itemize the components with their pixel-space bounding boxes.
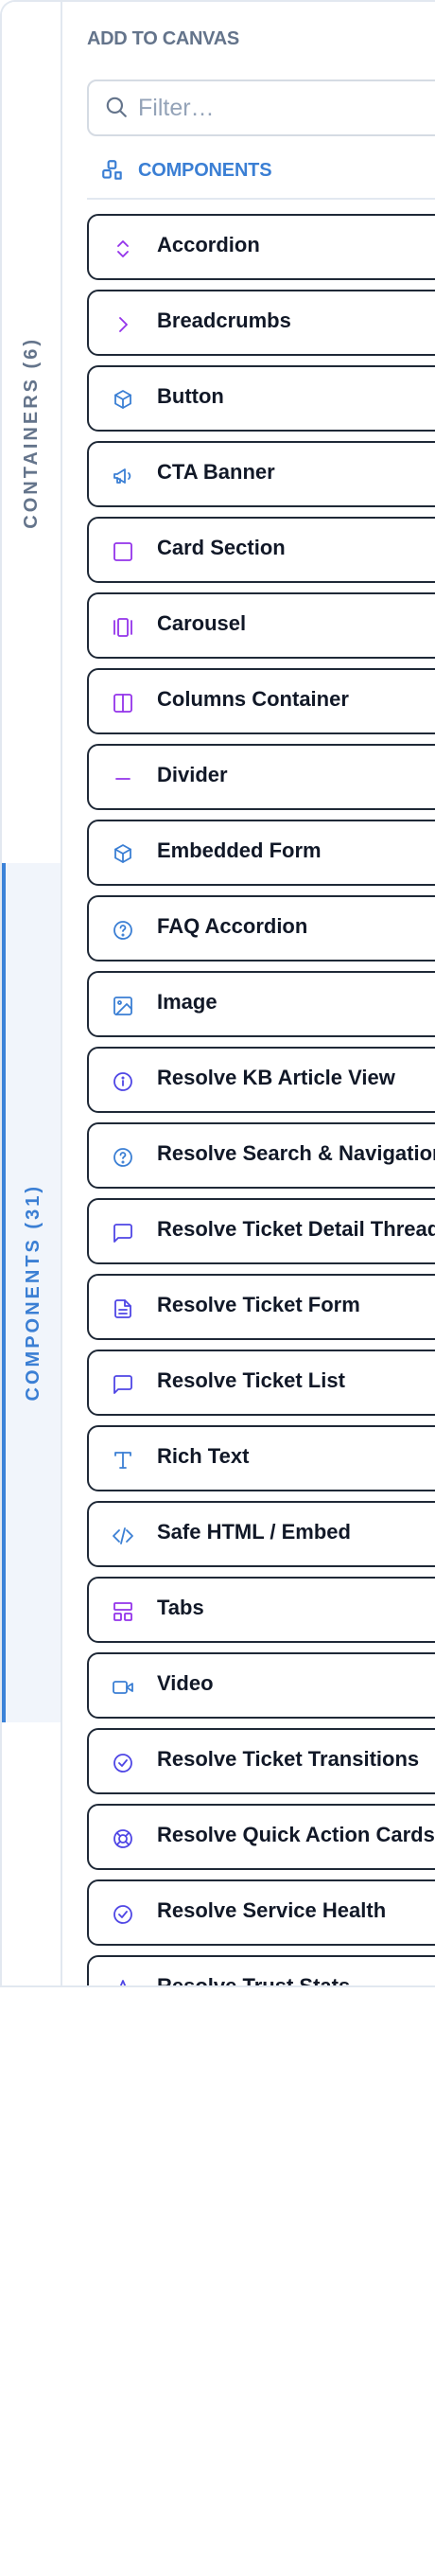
component-card-label: Card Section — [157, 536, 286, 559]
section-title: COMPONENTS — [138, 159, 272, 181]
component-card-resolve-ticket-form[interactable]: Resolve Ticket Form — [87, 1274, 435, 1340]
component-card-label: Resolve KB Article View — [157, 1066, 395, 1089]
component-card-resolve-quick-action-cards[interactable]: Resolve Quick Action Cards — [87, 1804, 435, 1870]
component-card-label: Image — [157, 990, 218, 1014]
tab-containers-label: CONTAINERS (6) — [20, 336, 42, 529]
component-card-label: Button — [157, 384, 224, 408]
chevrons-up-down-icon — [117, 240, 129, 257]
component-card-carousel[interactable]: Carousel — [87, 592, 435, 659]
square-icon — [113, 542, 132, 561]
component-card-label: CTA Banner — [157, 460, 275, 484]
component-card-label: Resolve Ticket List — [157, 1368, 345, 1392]
component-card-image[interactable]: Image — [87, 971, 435, 1037]
filter-input[interactable] — [138, 89, 435, 127]
check-circle-icon — [113, 1754, 132, 1773]
component-card-label: Accordion — [157, 233, 260, 256]
component-card-video[interactable]: Video — [87, 1652, 435, 1719]
component-card-label: Video — [157, 1671, 214, 1695]
component-card-safe-html-embed[interactable]: Safe HTML / Embed — [87, 1501, 435, 1567]
component-card-faq-accordion[interactable]: FAQ Accordion — [87, 895, 435, 962]
component-card-resolve-ticket-detail-thread[interactable]: Resolve Ticket Detail Thread — [87, 1198, 435, 1264]
component-card-breadcrumbs[interactable]: Breadcrumbs — [87, 290, 435, 356]
life-buoy-icon — [113, 1829, 132, 1848]
star-icon — [119, 1980, 127, 1985]
component-card-label: Resolve Ticket Detail Thread — [157, 1217, 435, 1241]
tab-components[interactable]: COMPONENTS (31) — [2, 863, 61, 1722]
component-card-label: Tabs — [157, 1596, 204, 1619]
component-card-label: Rich Text — [157, 1444, 250, 1468]
minus-icon — [115, 778, 130, 780]
component-card-label: Safe HTML / Embed — [157, 1520, 351, 1544]
columns-icon — [113, 694, 132, 713]
component-card-label: Resolve Search & Navigation — [157, 1141, 435, 1165]
component-card-columns-container[interactable]: Columns Container — [87, 668, 435, 734]
component-card-label: Embedded Form — [157, 838, 322, 862]
component-card-label: Resolve Ticket Form — [157, 1293, 360, 1316]
search-icon — [106, 97, 127, 117]
component-card-embedded-form[interactable]: Embedded Form — [87, 820, 435, 886]
image-icon — [113, 997, 132, 1015]
type-icon — [114, 1452, 131, 1469]
layout-icon — [113, 1602, 132, 1621]
component-card-resolve-service-health[interactable]: Resolve Service Health — [87, 1879, 435, 1946]
component-card-label: Resolve Quick Action Cards — [157, 1823, 435, 1846]
component-card-button[interactable]: Button — [87, 365, 435, 432]
component-card-resolve-search-navigation[interactable]: Resolve Search & Navigation — [87, 1122, 435, 1189]
panel-title: ADD TO CANVAS — [87, 28, 239, 49]
chevron-right-icon — [119, 317, 128, 332]
carousel-icon — [113, 618, 132, 637]
component-card-resolve-kb-article-view[interactable]: Resolve KB Article View — [87, 1047, 435, 1113]
help-circle-icon — [113, 921, 132, 940]
component-card-label: Resolve Trust Stats — [157, 1974, 351, 1987]
components-icon — [102, 160, 122, 180]
component-card-cta-banner[interactable]: CTA Banner — [87, 441, 435, 507]
video-icon — [113, 1681, 133, 1694]
megaphone-icon — [113, 468, 131, 484]
component-card-resolve-trust-stats[interactable]: Resolve Trust Stats — [87, 1955, 435, 1987]
tab-components-label: COMPONENTS (31) — [22, 1184, 44, 1402]
panel-content: ADD TO CANVAS COMPONENTS Accordion Breadc… — [64, 2, 435, 1985]
component-card-label: FAQ Accordion — [157, 914, 308, 938]
cube-icon — [114, 390, 131, 409]
component-card-resolve-ticket-list[interactable]: Resolve Ticket List — [87, 1350, 435, 1416]
add-to-canvas-panel: CONTAINERS (6) COMPONENTS (31) ADD TO CA… — [0, 0, 435, 1987]
filter-box — [87, 79, 435, 136]
category-rail: CONTAINERS (6) COMPONENTS (31) — [2, 2, 62, 1985]
code-icon — [113, 1527, 133, 1544]
tab-containers[interactable]: CONTAINERS (6) — [2, 2, 61, 863]
component-card-divider[interactable]: Divider — [87, 744, 435, 810]
component-card-tabs[interactable]: Tabs — [87, 1577, 435, 1643]
file-text-icon — [114, 1299, 131, 1318]
message-square-icon — [113, 1224, 132, 1243]
component-card-label: Breadcrumbs — [157, 309, 291, 332]
component-card-card-section[interactable]: Card Section — [87, 517, 435, 583]
component-card-accordion[interactable]: Accordion — [87, 214, 435, 280]
component-card-label: Divider — [157, 763, 228, 786]
message-square-icon — [113, 1375, 132, 1394]
component-card-label: Columns Container — [157, 687, 349, 711]
cube-icon — [114, 844, 131, 863]
component-card-resolve-ticket-transitions[interactable]: Resolve Ticket Transitions — [87, 1728, 435, 1794]
component-card-label: Resolve Ticket Transitions — [157, 1747, 420, 1771]
component-card-rich-text[interactable]: Rich Text — [87, 1425, 435, 1491]
check-circle-icon — [113, 1905, 132, 1924]
component-card-label: Carousel — [157, 611, 247, 635]
info-circle-icon — [113, 1072, 132, 1091]
section-header: COMPONENTS — [100, 153, 272, 187]
divider-line — [87, 198, 435, 200]
help-circle-icon — [113, 1148, 132, 1167]
component-card-label: Resolve Service Health — [157, 1898, 387, 1922]
